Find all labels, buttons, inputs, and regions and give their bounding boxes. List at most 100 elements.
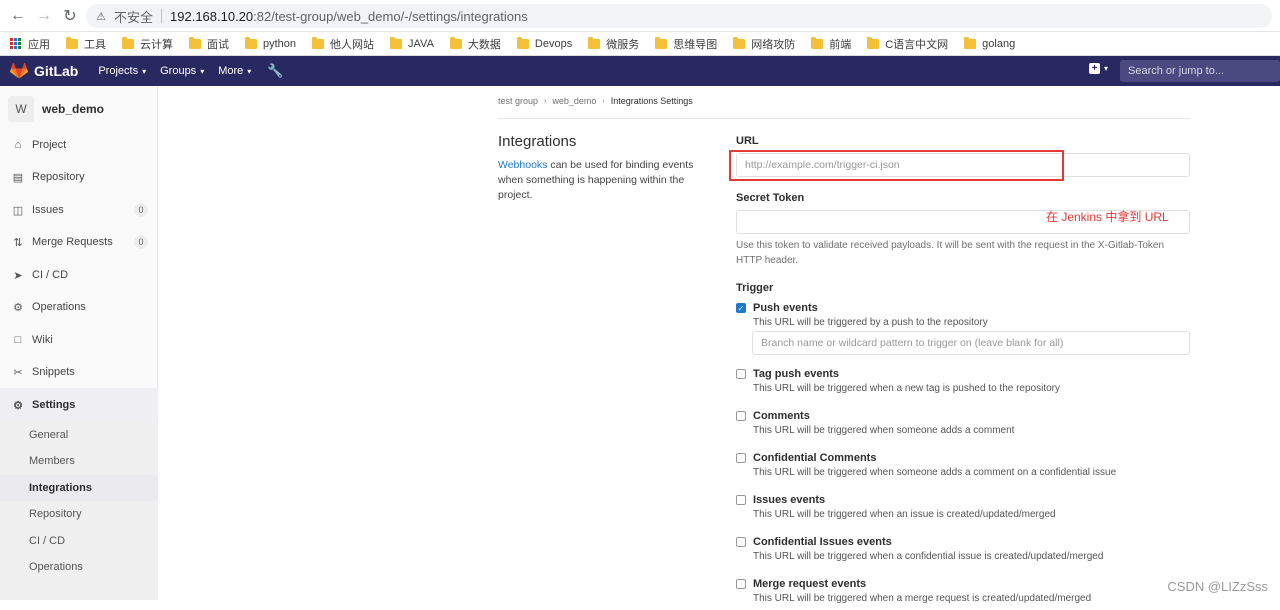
bookmark-folder[interactable]: python xyxy=(245,38,296,50)
bookmark-apps[interactable]: 应用 xyxy=(10,36,50,52)
chevron-right-icon: › xyxy=(544,98,546,105)
folder-icon xyxy=(390,39,402,49)
sidebar-item-merge-requests[interactable]: ⇅Merge Requests0 xyxy=(0,227,158,257)
more-menu-label: More xyxy=(218,65,243,77)
bookmark-folder[interactable]: 面试 xyxy=(189,36,229,52)
bookmark-folder[interactable]: golang xyxy=(964,38,1015,50)
trigger-option: Confidential CommentsThis URL will be tr… xyxy=(736,452,1190,484)
settings-subitem-ci-cd[interactable]: CI / CD xyxy=(0,528,158,554)
bookmark-folder[interactable]: 微服务 xyxy=(588,36,639,52)
bookmark-label: 前端 xyxy=(829,36,851,52)
secret-token-help: Use this token to validate received payl… xyxy=(736,238,1186,268)
url-label: URL xyxy=(736,135,759,147)
branch-filter-input[interactable]: Branch name or wildcard pattern to trigg… xyxy=(752,331,1190,355)
settings-subitem-repository[interactable]: Repository xyxy=(0,501,158,527)
bookmark-label: C语言中文网 xyxy=(885,36,948,52)
breadcrumb-project[interactable]: web_demo xyxy=(552,96,596,106)
more-menu[interactable]: More▾ xyxy=(218,65,251,77)
bookmark-folder[interactable]: C语言中文网 xyxy=(867,36,948,52)
bookmark-folder[interactable]: 他人网站 xyxy=(312,36,374,52)
sidebar-item-label: Operations xyxy=(32,301,86,313)
trigger-description: This URL will be triggered when a confid… xyxy=(753,551,1103,562)
trigger-title[interactable]: Confidential Comments xyxy=(753,452,876,464)
address-divider xyxy=(161,9,162,23)
sidebar: W web_demo ⌂Project▤Repository◫Issues0⇅M… xyxy=(0,86,158,600)
breadcrumb-current[interactable]: Integrations Settings xyxy=(611,96,693,106)
trigger-checkbox[interactable] xyxy=(736,411,746,421)
security-label: 不安全 xyxy=(114,7,153,26)
groups-menu[interactable]: Groups ▾ xyxy=(160,65,204,77)
sidebar-item-settings[interactable]: ⚙Settings xyxy=(0,390,158,420)
trigger-checkbox[interactable] xyxy=(736,369,746,379)
folder-icon xyxy=(122,39,134,49)
secret-token-label: Secret Token xyxy=(736,192,804,204)
trigger-title[interactable]: Push events xyxy=(753,302,818,314)
chevron-right-icon: › xyxy=(602,98,604,105)
settings-subitem-integrations[interactable]: Integrations xyxy=(0,475,158,501)
page-title: Integrations xyxy=(498,133,576,150)
trigger-checkbox[interactable] xyxy=(736,453,746,463)
project-header[interactable]: W web_demo xyxy=(8,96,104,122)
sidebar-item-operations[interactable]: ⚙Operations xyxy=(0,292,158,322)
gitlab-logo[interactable]: GitLab xyxy=(10,63,78,79)
bookmark-label: JAVA xyxy=(408,38,434,50)
settings-subitem-general[interactable]: General xyxy=(0,422,158,448)
bookmark-folder[interactable]: 云计算 xyxy=(122,36,173,52)
sidebar-item-issues[interactable]: ◫Issues0 xyxy=(0,195,158,225)
wiki-icon: □ xyxy=(12,334,24,346)
annotation-note: 在 Jenkins 中拿到 URL xyxy=(1046,208,1169,225)
bookmark-folder[interactable]: Devops xyxy=(517,38,572,50)
trigger-description: This URL will be triggered by a push to … xyxy=(753,317,988,328)
reload-icon[interactable]: ↻ xyxy=(60,6,80,26)
browser-toolbar: ← → ↻ ⚠ 不安全 192.168.10.20:82/test-group/… xyxy=(0,0,1280,32)
trigger-checkbox[interactable]: ✓ xyxy=(736,303,746,313)
trigger-checkbox[interactable] xyxy=(736,579,746,589)
address-bar[interactable]: ⚠ 不安全 192.168.10.20:82/test-group/web_de… xyxy=(86,4,1272,28)
breadcrumb: test group › web_demo › Integrations Set… xyxy=(498,96,693,106)
admin-wrench-icon[interactable]: 🔧 xyxy=(267,63,283,79)
url-host: 192.168.10.20 xyxy=(170,9,253,24)
trigger-option: ✓ Push events This URL will be triggered b… xyxy=(736,302,1190,334)
sidebar-item-project[interactable]: ⌂Project xyxy=(0,130,158,160)
bookmark-folder[interactable]: 网络攻防 xyxy=(733,36,795,52)
trigger-checkbox[interactable] xyxy=(736,537,746,547)
trigger-description: This URL will be triggered when an issue… xyxy=(753,509,1056,520)
new-dropdown[interactable]: +▾ xyxy=(1089,63,1108,74)
merge-request-icon: ⇅ xyxy=(12,236,24,249)
bookmark-folder[interactable]: 前端 xyxy=(811,36,851,52)
sidebar-item-label: Settings xyxy=(32,399,75,411)
folder-icon xyxy=(312,39,324,49)
trigger-checkbox[interactable] xyxy=(736,495,746,505)
trigger-title[interactable]: Merge request events xyxy=(753,578,866,590)
issues-icon: ◫ xyxy=(12,204,24,217)
snippets-icon: ✂ xyxy=(12,366,24,379)
bookmark-label: 云计算 xyxy=(140,36,173,52)
settings-subitem-members[interactable]: Members xyxy=(0,448,158,474)
webhooks-link[interactable]: Webhooks xyxy=(498,159,547,171)
bookmark-folder[interactable]: 大数据 xyxy=(450,36,501,52)
trigger-title[interactable]: Comments xyxy=(753,410,810,422)
breadcrumb-group[interactable]: test group xyxy=(498,96,538,106)
sidebar-item-repository[interactable]: ▤Repository xyxy=(0,162,158,192)
trigger-title[interactable]: Issues events xyxy=(753,494,825,506)
groups-menu-label: Groups xyxy=(160,65,196,77)
sidebar-item-snippets[interactable]: ✂ Snippets xyxy=(0,357,158,387)
projects-menu[interactable]: Projects▾ xyxy=(98,65,146,77)
bookmark-folder[interactable]: 工具 xyxy=(66,36,106,52)
folder-icon xyxy=(655,39,667,49)
forward-arrow-icon[interactable]: → xyxy=(34,6,54,26)
trigger-title[interactable]: Confidential Issues events xyxy=(753,536,892,548)
watermark: CSDN @LIZzSss xyxy=(1167,579,1268,594)
trigger-title[interactable]: Tag push events xyxy=(753,368,839,380)
bookmarks-bar: 应用工具 云计算面试 python 他人网站 JAVA 大数据 Devops 微服务思维导图网… xyxy=(0,32,1280,56)
sidebar-item-label: Snippets xyxy=(32,366,75,378)
bookmark-folder[interactable]: JAVA xyxy=(390,38,434,50)
chevron-down-icon: ▾ xyxy=(200,67,204,76)
search-input[interactable]: Search or jump to... xyxy=(1120,60,1280,82)
bookmark-folder[interactable]: 思维导图 xyxy=(655,36,717,52)
back-arrow-icon[interactable]: ← xyxy=(8,6,28,26)
sidebar-item-wiki[interactable]: □Wiki xyxy=(0,325,158,355)
folder-icon xyxy=(811,39,823,49)
settings-subitem-operations[interactable]: Operations xyxy=(0,554,158,580)
sidebar-item-ci-cd[interactable]: ➤CI / CD xyxy=(0,260,158,290)
